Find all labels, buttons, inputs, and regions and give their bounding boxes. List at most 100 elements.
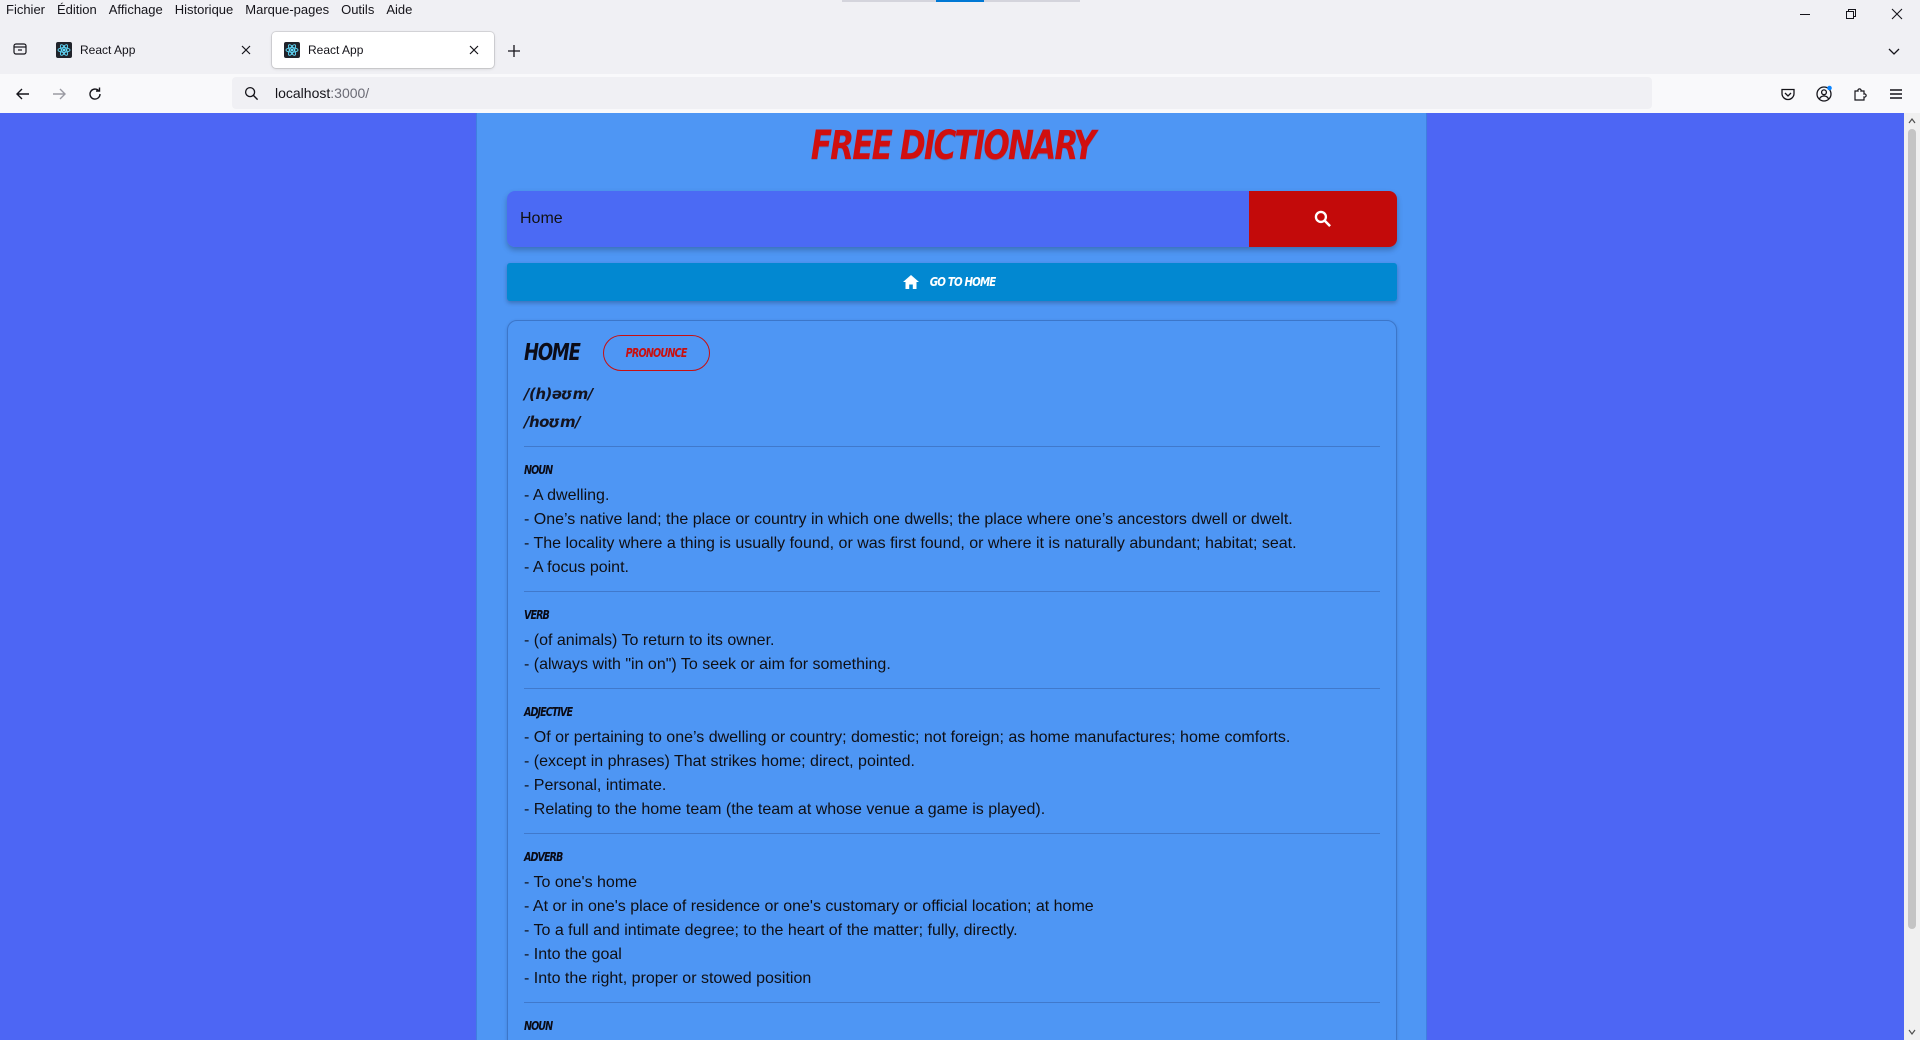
chevron-up-icon — [1908, 118, 1916, 124]
definition-item: - A focus point. — [524, 559, 629, 576]
search-input[interactable] — [507, 191, 1249, 247]
definition-item: - Of or pertaining to one’s dwelling or … — [524, 729, 1291, 746]
pocket-icon — [1781, 88, 1795, 101]
search-icon — [244, 86, 259, 100]
search-button[interactable] — [1249, 191, 1397, 247]
tab-bar: React App React App — [0, 28, 1920, 74]
scroll-down-button[interactable] — [1907, 1027, 1917, 1037]
definition-item: - The locality where a thing is usually … — [524, 535, 1297, 552]
tab-react-app-1[interactable]: React App — [44, 32, 266, 68]
close-window-button[interactable] — [1874, 0, 1920, 28]
pronounce-button[interactable]: PRONOUNCE — [603, 335, 710, 371]
restore-icon — [1846, 9, 1856, 19]
definition-item: - Into the goal — [524, 946, 622, 963]
divider — [524, 688, 1380, 689]
definition-item: - At or in one's place of residence or o… — [524, 898, 1094, 915]
definition-item: - Relating to the home team (the team at… — [524, 801, 1046, 818]
pocket-button[interactable] — [1774, 80, 1802, 108]
menu-tools[interactable]: Outils — [335, 0, 380, 20]
url-port: :3000/ — [330, 85, 370, 101]
definition-item: - (always with "in on") To seek or aim f… — [524, 656, 891, 673]
account-button[interactable] — [1810, 80, 1838, 108]
definition-card: HOME PRONOUNCE /(h)əʊm/ /hoʊm/ NOUN - A … — [507, 320, 1397, 1040]
tab-title: React App — [80, 43, 136, 57]
menu-view[interactable]: Affichage — [103, 0, 169, 20]
definition-item: - One’s native land; the place or countr… — [524, 511, 1293, 528]
menu-edit[interactable]: Édition — [51, 0, 103, 20]
hamburger-icon — [1890, 89, 1902, 99]
titlebar-drag-handle-active[interactable] — [936, 0, 984, 2]
definition-item: - A dwelling. — [524, 487, 610, 504]
new-tab-button[interactable] — [500, 37, 528, 65]
url-bar[interactable]: localhost:3000/ — [232, 77, 1652, 109]
pronounce-label: PRONOUNCE — [626, 346, 688, 360]
forward-button[interactable] — [45, 80, 73, 108]
divider — [524, 833, 1380, 834]
react-icon — [284, 42, 300, 58]
puzzle-icon — [1854, 88, 1867, 101]
plus-icon — [508, 45, 520, 57]
divider — [524, 591, 1380, 592]
titlebar-drag-handle[interactable] — [842, 0, 936, 2]
close-icon — [241, 45, 251, 55]
close-tab-button[interactable] — [464, 40, 484, 60]
titlebar-drag-handle[interactable] — [984, 0, 1080, 2]
chevron-down-icon — [1888, 48, 1900, 55]
firefox-view-button[interactable] — [6, 35, 34, 63]
extensions-button[interactable] — [1846, 80, 1874, 108]
go-to-home-button[interactable]: GO TO HOME — [507, 263, 1397, 301]
url-text[interactable]: localhost:3000/ — [275, 85, 369, 101]
account-icon — [1816, 85, 1832, 102]
chevron-down-icon — [1908, 1029, 1916, 1035]
part-of-speech: VERB — [524, 608, 550, 622]
minimize-button[interactable] — [1782, 0, 1828, 28]
phonetic-text: /(h)əʊm/ — [524, 385, 593, 403]
definition-item: - (except in phrases) That strikes home;… — [524, 753, 915, 770]
list-all-tabs-button[interactable] — [1880, 37, 1908, 65]
definition-item: - Into the right, proper or stowed posit… — [524, 970, 812, 987]
menu-file[interactable]: Fichier — [0, 0, 51, 20]
menu-history[interactable]: Historique — [169, 0, 240, 20]
menu-bar: Fichier Édition Affichage Historique Mar… — [0, 0, 1920, 20]
part-of-speech: ADJECTIVE — [524, 705, 573, 719]
menu-bookmarks[interactable]: Marque-pages — [239, 0, 335, 20]
definition-item: - Personal, intimate. — [524, 777, 667, 794]
word-header: HOME PRONOUNCE — [524, 335, 710, 371]
react-icon — [56, 42, 72, 58]
arrow-right-icon — [53, 88, 66, 100]
scroll-up-button[interactable] — [1907, 116, 1917, 126]
page-scrollbar[interactable] — [1904, 113, 1920, 1040]
divider — [524, 1002, 1380, 1003]
back-button[interactable] — [9, 80, 37, 108]
url-host: localhost — [275, 85, 331, 101]
phonetic-text: /hoʊm/ — [524, 413, 581, 431]
part-of-speech: NOUN — [524, 463, 553, 477]
reload-button[interactable] — [81, 80, 109, 108]
go-to-home-label: GO TO HOME — [930, 275, 996, 289]
part-of-speech: NOUN — [524, 1019, 553, 1033]
definition-item: - To a full and intimate degree; to the … — [524, 922, 1018, 939]
home-icon — [903, 275, 920, 289]
tab-react-app-2[interactable]: React App — [272, 32, 494, 68]
navigation-toolbar: localhost:3000/ — [0, 74, 1920, 114]
close-tab-button[interactable] — [236, 40, 256, 60]
dictionary-app: FREE DICTIONARY GO TO HOME HOME PRONOUNC… — [476, 113, 1427, 1040]
divider — [524, 446, 1380, 447]
word-title: HOME — [524, 340, 581, 366]
minimize-icon — [1800, 14, 1810, 15]
tab-title: React App — [308, 43, 364, 57]
page-viewport: FREE DICTIONARY GO TO HOME HOME PRONOUNC… — [0, 113, 1920, 1040]
search-bar — [507, 191, 1397, 247]
scrollbar-thumb[interactable] — [1908, 129, 1916, 929]
restore-button[interactable] — [1828, 0, 1874, 28]
part-of-speech: ADVERB — [524, 850, 563, 864]
menu-items: Fichier Édition Affichage Historique Mar… — [0, 0, 418, 20]
definition-item: - (of animals) To return to its owner. — [524, 632, 775, 649]
close-icon — [469, 45, 479, 55]
arrow-left-icon — [16, 88, 29, 100]
close-icon — [1891, 8, 1903, 20]
menu-help[interactable]: Aide — [380, 0, 418, 20]
tab-list-icon — [13, 43, 27, 55]
definition-item: - To one's home — [524, 874, 638, 891]
app-menu-button[interactable] — [1882, 80, 1910, 108]
